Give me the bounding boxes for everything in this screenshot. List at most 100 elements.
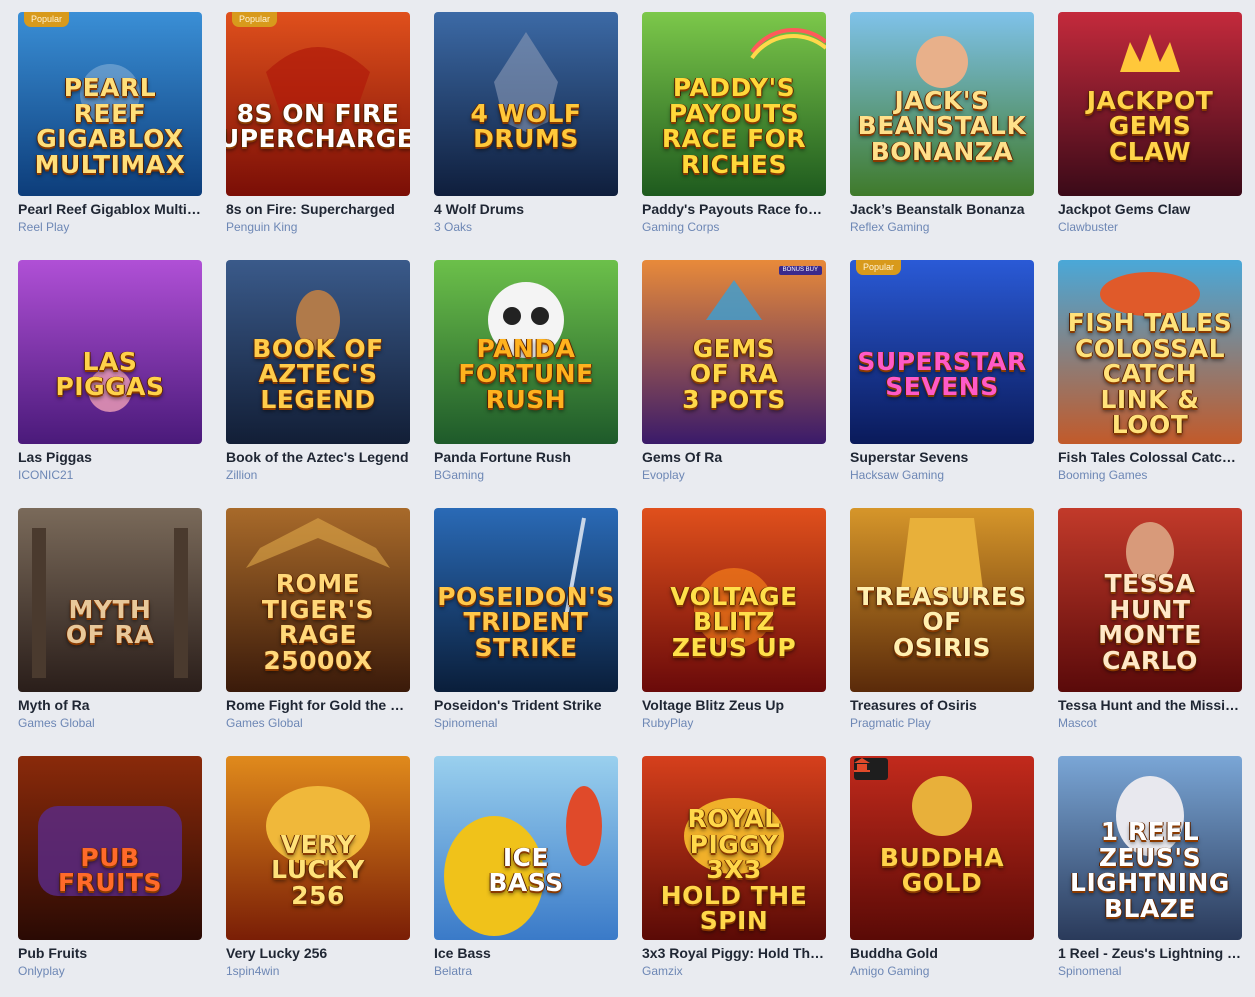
game-thumbnail[interactable]: ICE BASS [434, 756, 618, 940]
game-provider[interactable]: Spinomenal [434, 716, 618, 730]
game-title[interactable]: Pearl Reef Gigablox Multim... [18, 201, 202, 217]
game-thumbnail[interactable]: POSEIDON'S TRIDENT STRIKE [434, 508, 618, 692]
game-title[interactable]: Tessa Hunt and the Mission... [1058, 697, 1242, 713]
game-provider[interactable]: Onlyplay [18, 964, 202, 978]
game-title[interactable]: Book of the Aztec's Legend [226, 449, 410, 465]
game-title[interactable]: 8s on Fire: Supercharged [226, 201, 410, 217]
game-provider[interactable]: Games Global [18, 716, 202, 730]
game-provider[interactable]: Booming Games [1058, 468, 1242, 482]
game-card-las-piggas[interactable]: LAS PIGGAS Las Piggas ICONIC21 [18, 260, 202, 492]
game-provider[interactable]: 1spin4win [226, 964, 410, 978]
game-title[interactable]: Las Piggas [18, 449, 202, 465]
game-provider[interactable]: Amigo Gaming [850, 964, 1034, 978]
game-card-book-of-aztecs[interactable]: BOOK OF AZTEC'S LEGEND Book of the Aztec… [226, 260, 410, 492]
game-provider[interactable]: Gaming Corps [642, 220, 826, 234]
game-title[interactable]: 1 Reel - Zeus's Lightning Bl... [1058, 945, 1242, 961]
game-thumbnail[interactable]: Tessa Hunt MONTE CARLO [1058, 508, 1242, 692]
game-card-poseidons-trident[interactable]: POSEIDON'S TRIDENT STRIKE Poseidon's Tri… [434, 508, 618, 740]
game-card-ice-bass[interactable]: ICE BASS Ice Bass Belatra [434, 756, 618, 988]
game-thumbnail[interactable]: PADDY'S PAYOUTS RACE FOR RICHES [642, 12, 826, 196]
game-provider[interactable]: Spinomenal [1058, 964, 1242, 978]
game-thumbnail[interactable]: PEARL REEF GIGABLOX MULTIMAX Popular [18, 12, 202, 196]
game-card-4-wolf-drums[interactable]: 4 WOLF DRUMS 4 Wolf Drums 3 Oaks [434, 12, 618, 244]
game-title[interactable]: 4 Wolf Drums [434, 201, 618, 217]
game-provider[interactable]: Reel Play [18, 220, 202, 234]
game-title[interactable]: Ice Bass [434, 945, 618, 961]
game-thumbnail[interactable]: PANDA FORTUNE RUSH [434, 260, 618, 444]
game-card-voltage-blitz-zeus[interactable]: VOLTAGE BLITZ ZEUS UP Voltage Blitz Zeus… [642, 508, 826, 740]
game-logo-text: TREASURES OF OSIRIS [857, 581, 1027, 662]
game-thumbnail[interactable]: LAS PIGGAS [18, 260, 202, 444]
game-thumbnail[interactable]: GEMS OF RA 3 POTS BONUS BUY [642, 260, 826, 444]
game-provider[interactable]: 3 Oaks [434, 220, 618, 234]
game-thumbnail[interactable]: PUB fruits [18, 756, 202, 940]
game-card-myth-of-ra[interactable]: MYTH OF RA Myth of Ra Games Global [18, 508, 202, 740]
game-title[interactable]: Fish Tales Colossal Catch: L... [1058, 449, 1242, 465]
game-logo-text: VOLTAGE BLITZ ZEUS UP [670, 581, 798, 662]
game-title[interactable]: Paddy's Payouts Race for R... [642, 201, 826, 217]
game-thumbnail[interactable]: ROME TIGER'S RAGE 25000X [226, 508, 410, 692]
game-title[interactable]: Voltage Blitz Zeus Up [642, 697, 826, 713]
game-thumbnail[interactable]: JACK'S BEANSTALK BONANZA [850, 12, 1034, 196]
game-card-8s-on-fire[interactable]: 8s ON FIRE SUPERCHARGED Popular 8s on Fi… [226, 12, 410, 244]
game-card-fish-tales[interactable]: FISH TALES COLOSSAL CATCH LINK & LOOT Fi… [1058, 260, 1242, 492]
game-thumbnail[interactable]: BUDDHA GOLD [850, 756, 1034, 940]
game-card-buddha-gold[interactable]: BUDDHA GOLD Buddha Gold Amigo Gaming [850, 756, 1034, 988]
game-card-treasures-of-osiris[interactable]: TREASURES OF OSIRIS Treasures of Osiris … [850, 508, 1034, 740]
game-provider[interactable]: ICONIC21 [18, 468, 202, 482]
game-card-rome-tigers-rage[interactable]: ROME TIGER'S RAGE 25000X Rome Fight for … [226, 508, 410, 740]
game-provider[interactable]: Hacksaw Gaming [850, 468, 1034, 482]
game-title[interactable]: Superstar Sevens [850, 449, 1034, 465]
game-thumbnail[interactable]: VERY LUCKY 256 [226, 756, 410, 940]
game-thumbnail[interactable]: ROYAL PIGGY 3x3 HOLD THE SPIN [642, 756, 826, 940]
popular-badge: Popular [856, 260, 902, 275]
game-title[interactable]: Pub Fruits [18, 945, 202, 961]
game-provider[interactable]: Zillion [226, 468, 410, 482]
game-card-panda-fortune-rush[interactable]: PANDA FORTUNE RUSH Panda Fortune Rush BG… [434, 260, 618, 492]
game-thumbnail[interactable]: MYTH OF RA [18, 508, 202, 692]
game-provider[interactable]: Belatra [434, 964, 618, 978]
game-title[interactable]: Myth of Ra [18, 697, 202, 713]
game-card-jackpot-gems-claw[interactable]: JACKPOT GEMS CLAW Jackpot Gems Claw Claw… [1058, 12, 1242, 244]
game-provider[interactable]: BGaming [434, 468, 618, 482]
game-thumbnail[interactable]: 8s ON FIRE SUPERCHARGED Popular [226, 12, 410, 196]
game-card-jacks-beanstalk[interactable]: JACK'S BEANSTALK BONANZA Jack’s Beanstal… [850, 12, 1034, 244]
game-card-pearl-reef[interactable]: PEARL REEF GIGABLOX MULTIMAX Popular Pea… [18, 12, 202, 244]
game-thumbnail[interactable]: 4 WOLF DRUMS [434, 12, 618, 196]
game-card-very-lucky-256[interactable]: VERY LUCKY 256 Very Lucky 256 1spin4win [226, 756, 410, 988]
game-thumbnail[interactable]: JACKPOT GEMS CLAW [1058, 12, 1242, 196]
game-card-paddys-payouts[interactable]: PADDY'S PAYOUTS RACE FOR RICHES Paddy's … [642, 12, 826, 244]
game-thumbnail[interactable]: VOLTAGE BLITZ ZEUS UP [642, 508, 826, 692]
game-thumbnail[interactable]: 1 REEL ZEUS'S LIGHTNING BLAZE [1058, 756, 1242, 940]
game-provider[interactable]: Evoplay [642, 468, 826, 482]
game-title[interactable]: Jack’s Beanstalk Bonanza [850, 201, 1034, 217]
game-provider[interactable]: Reflex Gaming [850, 220, 1034, 234]
game-title[interactable]: Gems Of Ra [642, 449, 826, 465]
game-card-gems-of-ra[interactable]: GEMS OF RA 3 POTS BONUS BUY Gems Of Ra E… [642, 260, 826, 492]
game-title[interactable]: Treasures of Osiris [850, 697, 1034, 713]
game-title[interactable]: Panda Fortune Rush [434, 449, 618, 465]
game-title[interactable]: Rome Fight for Gold the Ti... [226, 697, 410, 713]
game-title[interactable]: Very Lucky 256 [226, 945, 410, 961]
game-thumbnail[interactable]: SUPERSTAR SEVENS Popular [850, 260, 1034, 444]
game-provider[interactable]: Mascot [1058, 716, 1242, 730]
game-provider[interactable]: Gamzix [642, 964, 826, 978]
game-title[interactable]: Poseidon's Trident Strike [434, 697, 618, 713]
game-title[interactable]: Buddha Gold [850, 945, 1034, 961]
game-thumbnail[interactable]: TREASURES OF OSIRIS [850, 508, 1034, 692]
game-thumbnail[interactable]: BOOK OF AZTEC'S LEGEND [226, 260, 410, 444]
game-card-pub-fruits[interactable]: PUB fruits Pub Fruits Onlyplay [18, 756, 202, 988]
game-provider[interactable]: Pragmatic Play [850, 716, 1034, 730]
game-card-royal-piggy[interactable]: ROYAL PIGGY 3x3 HOLD THE SPIN 3x3 Royal … [642, 756, 826, 988]
game-card-superstar-sevens[interactable]: SUPERSTAR SEVENS Popular Superstar Seven… [850, 260, 1034, 492]
game-provider[interactable]: Games Global [226, 716, 410, 730]
game-provider[interactable]: RubyPlay [642, 716, 826, 730]
game-title[interactable]: 3x3 Royal Piggy: Hold The S... [642, 945, 826, 961]
game-thumbnail[interactable]: FISH TALES COLOSSAL CATCH LINK & LOOT [1058, 260, 1242, 444]
game-provider[interactable]: Penguin King [226, 220, 410, 234]
game-card-1-reel-zeus[interactable]: 1 REEL ZEUS'S LIGHTNING BLAZE 1 Reel - Z… [1058, 756, 1242, 988]
game-card-tessa-hunt[interactable]: Tessa Hunt MONTE CARLO Tessa Hunt and th… [1058, 508, 1242, 740]
game-provider[interactable]: Clawbuster [1058, 220, 1242, 234]
game-title[interactable]: Jackpot Gems Claw [1058, 201, 1242, 217]
game-logo-text: PUB fruits [58, 842, 162, 897]
